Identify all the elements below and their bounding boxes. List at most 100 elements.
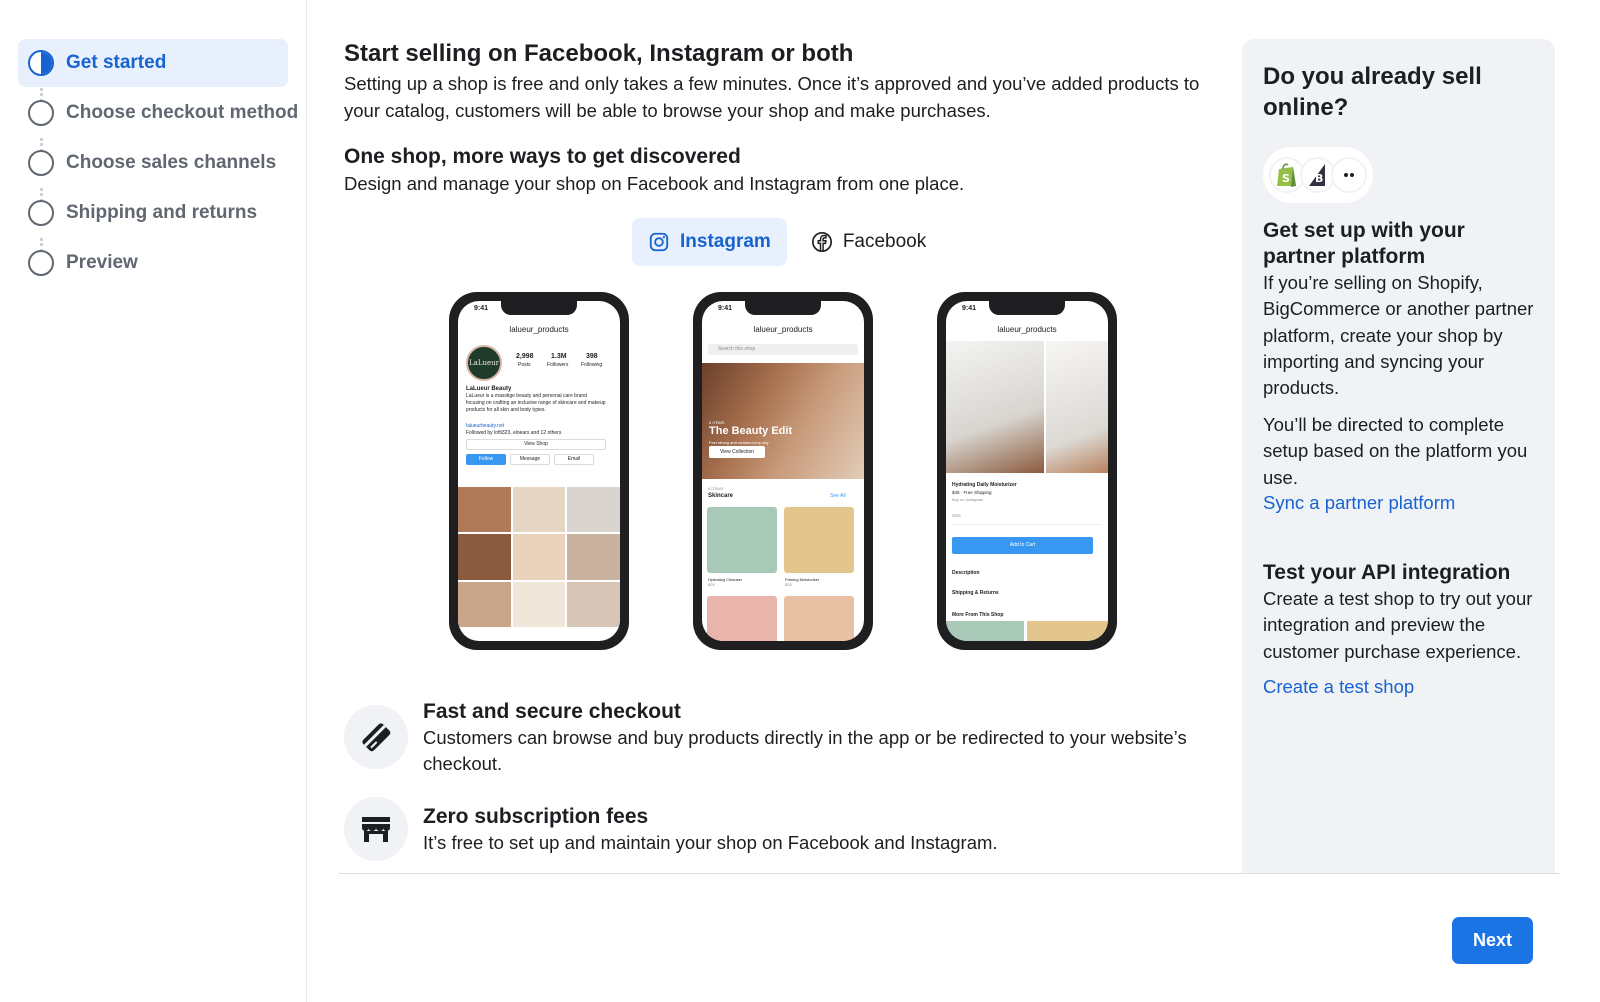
product-photo (784, 507, 854, 573)
tab-instagram[interactable]: Instagram (632, 218, 787, 266)
phone-mockup-profile: 9:41 lalueur_products LaLueur 2,998 Post… (449, 292, 629, 650)
step-progress-icon (28, 50, 54, 76)
storefront-icon (362, 817, 390, 842)
feature-description: Customers can browse and buy products di… (423, 727, 1187, 774)
svg-text:B: B (1315, 172, 1323, 185)
sync-partner-link[interactable]: Sync a partner platform (1263, 492, 1455, 514)
feature-icon-wrap (344, 705, 408, 769)
phone-mockup-shop: 9:41 lalueur_products Search this shop 6… (693, 292, 873, 650)
product-price: $25 (708, 582, 715, 587)
svg-text:S: S (1282, 172, 1290, 185)
partner-description-2: You’ll be directed to complete setup bas… (1263, 414, 1528, 488)
followers-count: 1.3M (551, 353, 567, 360)
grid-photo (458, 581, 511, 627)
view-collection-button: View Collection (709, 446, 765, 458)
facebook-icon (811, 232, 832, 252)
feature-description: It’s free to set up and maintain your sh… (423, 832, 998, 853)
following-count: 398 (586, 353, 598, 360)
follow-button: Follow (466, 454, 506, 465)
product-photo-main (946, 341, 1044, 473)
email-button: Email (554, 454, 594, 465)
feature-icon-wrap (344, 797, 408, 861)
profile-handle: lalueur_products (509, 325, 569, 334)
status-time: 9:41 (718, 305, 733, 312)
profile-bio: LaLueur is a masstige beauty and persona… (466, 393, 606, 413)
bigcommerce-shape: B (1309, 164, 1325, 186)
step-get-started[interactable]: Get started (18, 39, 288, 87)
posts-label: Posts (518, 362, 531, 368)
phone-notch (501, 301, 577, 315)
api-description: Create a test shop to try out your integ… (1263, 588, 1533, 662)
feature-text: Fast and secure checkout Customers can b… (423, 699, 1213, 777)
setup-stepper: Get started Choose checkout method Choos… (0, 0, 307, 1002)
description-row: Description (952, 570, 980, 576)
feature-checkout: Fast and secure checkout Customers can b… (344, 699, 1213, 777)
phone-mockup-product: 9:41 lalueur_products Hydrating Daily Mo… (937, 292, 1117, 650)
photo-grid (458, 487, 620, 627)
grid-photo (458, 487, 511, 533)
page-title: Start selling on Facebook, Instagram or … (344, 40, 854, 67)
create-test-shop-link[interactable]: Create a test shop (1263, 676, 1414, 698)
tab-label: Facebook (842, 231, 927, 252)
tab-label: Instagram (680, 231, 771, 252)
product-price: $25 (785, 582, 792, 587)
section-title: Skincare (708, 493, 734, 499)
avatar-text: LaLueur (469, 359, 499, 367)
product-handle: lalueur_products (997, 325, 1057, 334)
see-all-link: See All (830, 493, 846, 499)
grid-photo (512, 534, 566, 580)
step-label: Shipping and returns (66, 202, 258, 223)
next-button[interactable]: Next (1452, 917, 1533, 964)
sidebar-title: Do you already sell online? (1263, 63, 1482, 121)
grid-photo (512, 581, 566, 627)
shopify-bag-shape: S (1277, 163, 1296, 187)
section-description: Design and manage your shop on Facebook … (344, 173, 965, 194)
step-label: Choose checkout method (66, 102, 299, 123)
more-products-strip (946, 621, 1108, 641)
product-photo (707, 507, 777, 573)
phone-notch (745, 301, 821, 315)
view-shop-button: View Shop (466, 439, 606, 450)
feature-title: Zero subscription fees (423, 805, 649, 828)
profile-avatar: LaLueur (466, 345, 502, 381)
step-choose-sales-channels[interactable]: Choose sales channels (18, 139, 288, 187)
step-empty-icon (28, 200, 54, 226)
product-photo (784, 596, 854, 641)
step-preview[interactable]: Preview (18, 239, 288, 287)
step-label: Choose sales channels (66, 152, 277, 173)
step-label: Get started (66, 52, 167, 73)
step-choose-checkout-method[interactable]: Choose checkout method (18, 89, 298, 137)
more-icon (1331, 157, 1367, 193)
profile-name: LaLueur Beauty (466, 386, 512, 392)
grid-photo (567, 581, 620, 627)
phone-notch (989, 301, 1065, 315)
phone-screen: 9:41 lalueur_products LaLueur 2,998 Post… (458, 301, 620, 641)
followers-label: Followers (547, 362, 569, 368)
step-empty-icon (28, 150, 54, 176)
instagram-icon (649, 232, 669, 252)
partner-logos: S B (1263, 147, 1373, 203)
collection-cover-photo (702, 363, 864, 479)
collection-title: The Beauty Edit (709, 425, 793, 437)
phone-screen: 9:41 lalueur_products Hydrating Daily Mo… (946, 301, 1108, 641)
product-photo (707, 596, 777, 641)
grid-photo (512, 487, 566, 533)
posts-count: 2,998 (516, 353, 534, 360)
feature-text: Zero subscription fees It’s free to set … (423, 804, 1213, 861)
step-label: Preview (66, 252, 138, 273)
size-select: Size (952, 512, 1102, 525)
tab-facebook[interactable]: Facebook (795, 218, 942, 266)
add-to-cart-button: Add to Cart (952, 537, 1093, 554)
product-photo-side (1046, 341, 1108, 473)
step-empty-icon (28, 250, 54, 276)
following-label: Following (581, 362, 603, 368)
more-from-shop: More From This Shop (952, 612, 1004, 618)
partner-description: If you’re selling on Shopify, BigCommerc… (1263, 272, 1534, 399)
step-shipping-and-returns[interactable]: Shipping and returns (18, 189, 288, 237)
profile-followed-by: Followed by lofti323, eloears and 12 oth… (466, 430, 562, 436)
partner-sidebar: Do you already sell online? S B Get set … (1242, 39, 1555, 873)
section-title: One shop, more ways to get discovered (344, 145, 741, 168)
shop-search: Search this shop (708, 344, 858, 355)
phone-screen: 9:41 lalueur_products Search this shop 6… (702, 301, 864, 641)
card-icon (362, 723, 391, 752)
